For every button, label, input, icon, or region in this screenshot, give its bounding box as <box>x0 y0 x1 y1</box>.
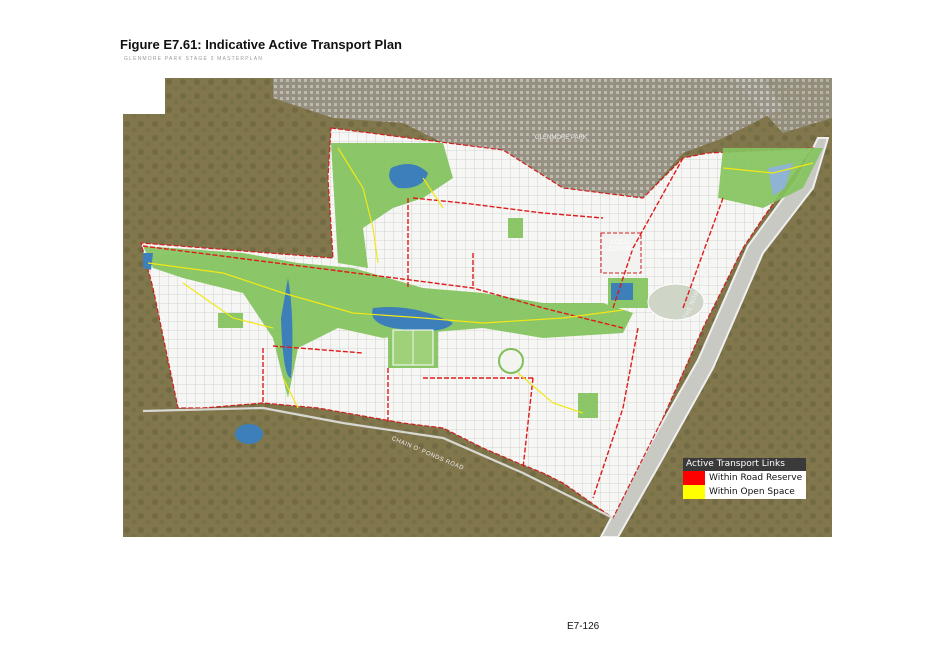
local-centre-label: LOCAL CENTRE <box>608 240 634 253</box>
legend-swatch-road-reserve <box>683 471 705 485</box>
legend-item-road-reserve: Within Road Reserve <box>683 471 806 485</box>
figure-title: Figure E7.61: Indicative Active Transpor… <box>120 37 402 52</box>
figure-subtitle: GLENMORE PARK STAGE 3 MASTERPLAN <box>124 56 264 62</box>
legend-label-open-space: Within Open Space <box>709 487 795 497</box>
map-legend: Active Transport Links Within Road Reser… <box>683 458 806 499</box>
school-label: SCHOOL <box>661 253 687 259</box>
glenmore-park-label: GLENMORE PARK <box>535 135 587 141</box>
legend-title: Active Transport Links <box>683 458 806 471</box>
legend-swatch-open-space <box>683 485 705 499</box>
page-number: E7-126 <box>567 621 600 632</box>
legend-label-road-reserve: Within Road Reserve <box>709 473 803 483</box>
legend-item-open-space: Within Open Space <box>683 485 806 499</box>
map-corner-mask <box>123 78 165 114</box>
